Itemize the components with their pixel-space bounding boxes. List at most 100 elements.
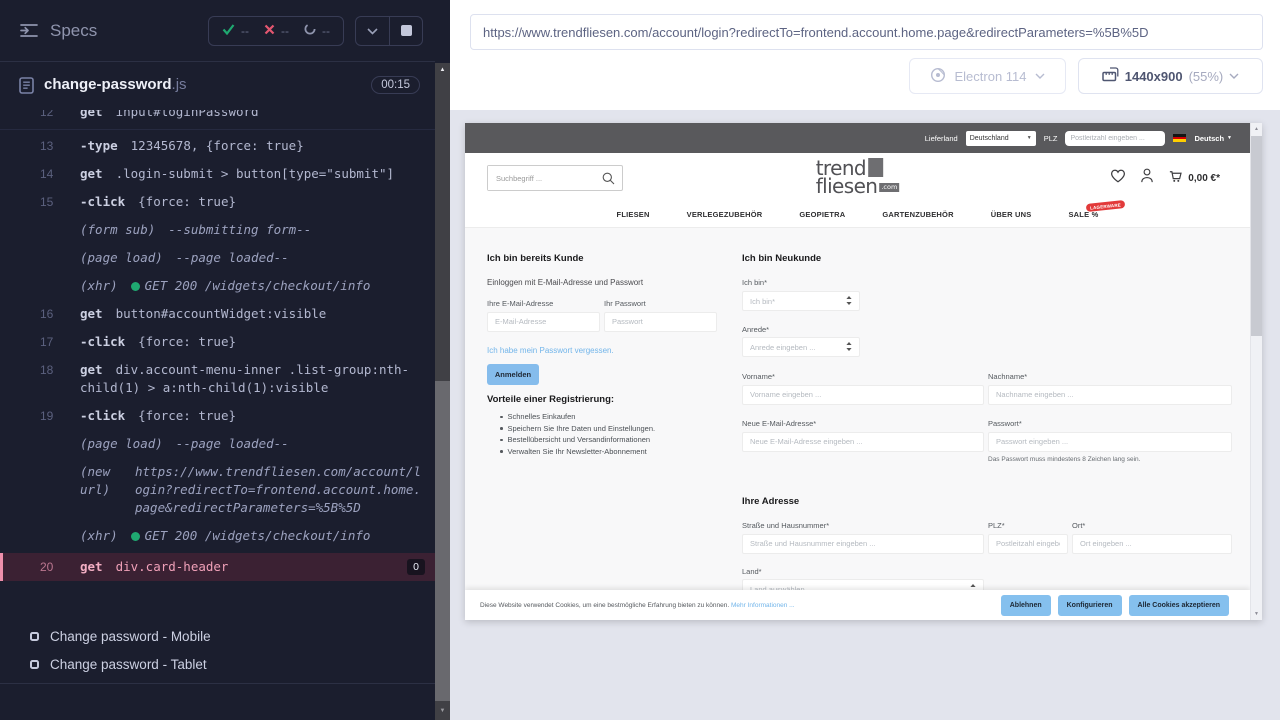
test-item-mobile[interactable]: Change password - Mobile [0,622,435,650]
command-row[interactable]: 17 -click{force: true} [0,328,435,356]
forgot-password-link[interactable]: Ich habe mein Passwort vergessen. [487,346,614,355]
stop-button[interactable] [389,17,422,45]
viewport-info[interactable]: 1440x900 (55%) [1078,58,1263,94]
vorname-input[interactable] [742,385,984,405]
test-state-icon [30,632,39,641]
login-submit-button[interactable]: Anmelden [487,364,539,385]
xhr-success-dot-icon [131,282,140,291]
command-row[interactable]: 12 getinput#loginPassword [0,110,435,130]
command-number: 17 [40,333,53,351]
cookie-accept-all-button[interactable]: Alle Cookies akzeptieren [1129,595,1229,616]
command-row[interactable]: 18 getdiv.account-menu-inner .list-group… [0,356,435,402]
login-email-input[interactable] [487,312,600,332]
command-event-row[interactable]: (form sub) --submitting form-- [0,216,435,244]
anrede-label: Anrede* [742,325,769,334]
scrollbar-thumb[interactable] [1251,136,1262,336]
event-message: GET 200 /widgets/checkout/info [131,527,421,545]
cookie-more-info-link[interactable]: Mehr Informationen ... [731,602,795,609]
chevron-down-icon [367,22,378,40]
ichbin-label: Ich bin* [742,278,767,287]
cart-widget[interactable]: 0,00 €* [1168,168,1220,188]
cookie-configure-button[interactable]: Konfigurieren [1058,595,1122,616]
reporter-scrollbar[interactable]: ▲ ▼ [435,63,450,720]
nav-item-fliesen[interactable]: FLIESEN [617,210,650,219]
event-label: (xhr) [80,527,118,545]
anrede-select[interactable]: Anrede eingeben ... [742,337,860,357]
language-selector[interactable]: Deutsch ▼ [1194,134,1232,143]
updown-arrows-icon [846,296,852,307]
stat-pending: -- [304,23,330,38]
command-row[interactable]: 19 -click{force: true} [0,402,435,430]
test-item-tablet[interactable]: Change password - Tablet [0,650,435,678]
bullet-icon [500,416,503,419]
command-message: 12345678, {force: true} [131,138,304,153]
browser-label: Electron 114 [954,69,1026,84]
command-event-row[interactable]: (page load) --page loaded-- [0,430,435,458]
lagerware-badge: LAGERWARE [1086,199,1126,211]
ort-input[interactable] [1072,534,1232,554]
specs-toggle-icon[interactable] [19,23,39,38]
cookie-decline-button[interactable]: Ablehnen [1001,595,1051,616]
scroll-up-arrow-icon[interactable]: ▲ [435,63,450,77]
bullet-icon [500,427,503,430]
command-row[interactable]: 16 getbutton#accountWidget:visible [0,300,435,328]
wishlist-heart-icon[interactable] [1110,169,1126,188]
command-method: get [80,362,103,377]
browser-selector[interactable]: Electron 114 [909,58,1066,94]
event-message: --page loaded-- [176,435,421,453]
command-xhr-row[interactable]: (xhr) GET 200 /widgets/checkout/info [0,272,435,300]
command-message: {force: true} [138,408,236,423]
search-icon[interactable] [602,172,615,190]
spec-file-icon [19,77,34,94]
nav-item-verlegezubehoer[interactable]: VERLEGEZUBEHÖR [687,210,763,219]
x-icon [264,24,275,38]
command-row[interactable]: 14 get.login-submit > button[type="submi… [0,160,435,188]
command-event-row[interactable]: (page load) --page loaded-- [0,244,435,272]
xhr-text: GET 200 /widgets/checkout/info [145,278,371,293]
scroll-down-arrow-icon[interactable]: ▼ [1251,608,1262,620]
passed-count: -- [241,24,249,38]
search-input[interactable] [488,166,596,190]
stat-passed: -- [222,24,249,38]
shop-logo[interactable]: trend fliesen.com [816,158,900,195]
event-label: (xhr) [80,277,118,295]
country-select[interactable]: Deutschland ▼ [966,131,1036,146]
page-scrollbar[interactable]: ▲ ▼ [1250,123,1262,620]
command-xhr-row[interactable]: (xhr) GET 200 /widgets/checkout/info [0,522,435,550]
strasse-input[interactable] [742,534,984,554]
url-input[interactable] [470,14,1263,50]
main-nav: FLIESEN VERLEGEZUBEHÖR GEOPIETRA GARTENZ… [465,201,1250,228]
updown-arrows-icon [846,342,852,353]
stats-box[interactable]: -- -- -- [208,16,344,46]
command-message: {force: true} [138,194,236,209]
new-password-input[interactable] [988,432,1232,452]
nav-item-geopietra[interactable]: GEOPIETRA [799,210,845,219]
scroll-down-arrow-icon[interactable]: ▼ [435,704,450,718]
ichbin-select[interactable]: Ich bin* [742,291,860,311]
command-new-url-row[interactable]: (new url) https://www.trendfliesen.com/a… [0,458,435,522]
plz-field-input[interactable] [988,534,1068,554]
plz-input[interactable] [1065,131,1165,146]
new-email-input[interactable] [742,432,984,452]
benefit-item: Bestellübersicht und Versandinformatione… [500,434,655,446]
scroll-up-arrow-icon[interactable]: ▲ [1251,123,1262,135]
nav-item-ueber-uns[interactable]: ÜBER UNS [991,210,1032,219]
command-row-active[interactable]: 20 getdiv.card-header 0 [0,553,435,581]
scrollbar-thumb[interactable] [435,381,450,701]
chevron-down-icon: ▼ [1227,135,1232,141]
aut-preview: Lieferland Deutschland ▼ PLZ Deutsch ▼ t… [465,123,1262,620]
nachname-input[interactable] [988,385,1232,405]
collapse-all-button[interactable] [356,17,389,45]
nav-item-sale[interactable]: SALE % LAGERWARE [1068,210,1098,219]
other-tests-list: Change password - Mobile Change password… [0,622,435,684]
account-person-icon[interactable] [1140,168,1154,188]
event-label: (form sub) [80,221,155,239]
nav-item-gartenzubehoer[interactable]: GARTENZUBEHÖR [882,210,953,219]
spec-file-row[interactable]: change-password.js 00:15 [0,63,435,107]
event-message: GET 200 /widgets/checkout/info [131,277,421,295]
command-row[interactable]: 13 -type12345678, {force: true} [0,132,435,160]
command-row[interactable]: 15 -click{force: true} [0,188,435,216]
register-section-title: Ich bin Neukunde [742,253,821,264]
login-password-input[interactable] [604,312,717,332]
pending-icon [304,23,316,38]
